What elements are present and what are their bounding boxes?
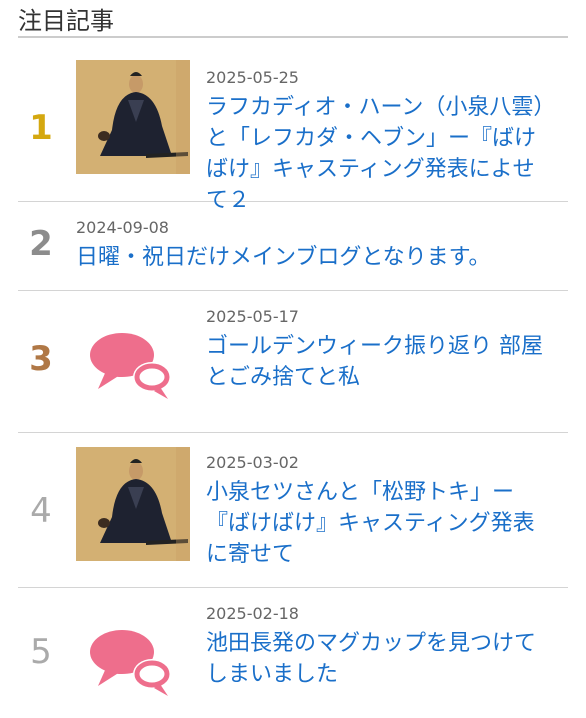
- list-item: 5 2025-02-18 池田長発のマグカップを見つけてしまいました: [18, 588, 568, 698]
- rank-number: 3: [29, 339, 53, 379]
- list-item: 2 2024-09-08 日曜・祝日だけメインブログとなります。: [18, 202, 568, 291]
- speech-bubbles-icon[interactable]: [76, 303, 190, 417]
- rank-number: 2: [29, 224, 53, 264]
- list-item: 3 2025-05-17 ゴールデンウィーク振り返り 部屋とごみ捨てと私: [18, 291, 568, 433]
- article-date: 2025-05-17: [206, 307, 299, 326]
- article-link[interactable]: 日曜・祝日だけメインブログとなります。: [76, 242, 556, 273]
- rank-number: 4: [30, 491, 52, 531]
- article-link[interactable]: ゴールデンウィーク振り返り 部屋とごみ捨てと私: [206, 331, 556, 393]
- popular-articles-widget: 注目記事 1 2025-05-25 ラフカディオ・ハーン（小泉八雲）と「レフカダ…: [18, 0, 568, 698]
- article-link[interactable]: 小泉セツさんと「松野トキ」ー『ばけばけ』キャスティング発表に寄せて: [206, 477, 556, 570]
- article-link[interactable]: ラフカディオ・ハーン（小泉八雲）と「レフカダ・ヘブン」ー『ばけばけ』キャスティン…: [206, 92, 556, 216]
- article-date: 2025-02-18: [206, 604, 299, 623]
- article-date: 2025-03-02: [206, 453, 299, 472]
- speech-bubbles-icon[interactable]: [76, 600, 190, 714]
- article-thumbnail[interactable]: [76, 60, 190, 174]
- article-date: 2024-09-08: [76, 218, 169, 237]
- article-date: 2025-05-25: [206, 68, 299, 87]
- list-item: 4 2025-03-02 小泉セツさんと「松野トキ」ー『ばけばけ』キャスティング…: [18, 433, 568, 588]
- portrait-image: [76, 447, 190, 561]
- rank-number: 5: [30, 632, 52, 672]
- section-title: 注目記事: [18, 0, 568, 38]
- portrait-image: [76, 60, 190, 174]
- article-link[interactable]: 池田長発のマグカップを見つけてしまいました: [206, 628, 556, 690]
- article-thumbnail[interactable]: [76, 447, 190, 561]
- rank-number: 1: [29, 108, 53, 148]
- list-item: 1 2025-05-25 ラフカディオ・ハーン（小泉八雲）と「レフカダ・ヘブン」…: [18, 38, 568, 213]
